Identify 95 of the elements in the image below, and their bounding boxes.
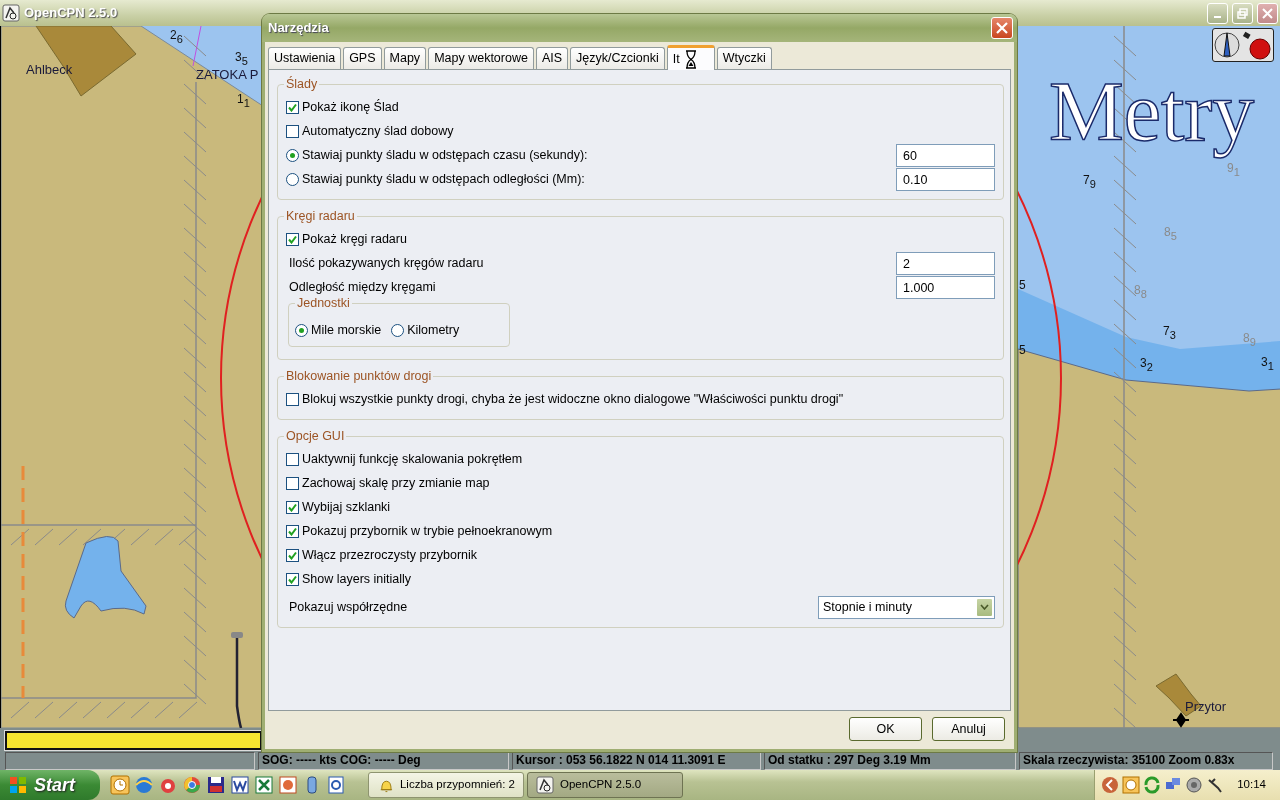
launch-button[interactable] [326,775,346,795]
checkbox-label[interactable]: Wybijaj szklanki [302,497,391,517]
check-icon [288,102,297,112]
depth-label: 5 [1019,278,1026,292]
check-icon [288,526,297,536]
checkbox-label[interactable]: Show layers initially [302,569,412,589]
tab[interactable]: Mapy [383,47,427,69]
checkbox[interactable] [286,524,299,538]
flag-icon [8,775,28,795]
launch-button[interactable] [254,775,274,795]
caret-icon [980,604,989,610]
chevron-icon [1101,776,1120,794]
check-icon [288,550,297,560]
text-field[interactable]: 60 [896,143,995,167]
radio-label[interactable]: Stawiaj punkty śladu w odstępach odległości (Mm): [302,169,585,189]
text-field[interactable]: 1.000 [896,275,995,299]
taskbar-button[interactable]: OpenCPN 2.5.0 [527,772,683,798]
radio-button[interactable] [295,323,308,337]
clock-icon [1122,776,1141,794]
field-label: Ilość pokazywanych kręgów radaru [289,254,484,272]
radio-label[interactable]: Mile morskie [311,320,382,340]
tab[interactable]: AIS [535,47,569,69]
checkbox[interactable] [286,392,299,406]
check-icon [288,574,297,584]
radio-button[interactable] [286,172,299,186]
landmark-icon [1172,713,1190,728]
group-title: Ślady [284,76,320,92]
page-icon [326,775,346,795]
checkbox-label[interactable]: Pokazuj przybornik w trybie pełnoekranowym [302,521,553,541]
checkbox[interactable] [286,124,299,138]
wheel-icon [182,775,202,795]
radio-button[interactable] [391,323,405,337]
close-button[interactable] [991,17,1013,39]
checkbox-label[interactable]: Automatyczny ślad dobowy [302,121,454,141]
place-label: Przytor [1185,700,1227,714]
checkbox[interactable] [286,500,299,514]
tab[interactable]: Język/Czcionki [570,47,665,69]
status-text: Skala rzeczywista: 35100 Zoom 0.83x [1019,752,1273,770]
close-icon [996,22,1008,34]
checkbox-label[interactable]: Pokaż ikonę Ślad [302,97,399,117]
checkbox-label[interactable]: Uaktywnij funkcję skalowania pokrętłem [302,449,523,469]
radio-label[interactable]: Kilometry [407,320,460,340]
dropdown[interactable]: Stopnie i minuty [818,595,995,619]
tab[interactable]: Ustawienia [268,47,342,69]
presentation-icon [278,775,298,795]
taskbar-button[interactable]: Liczba przypomnień: 2 [368,772,524,798]
text-field[interactable]: 2 [896,251,995,275]
close-icon [1262,7,1273,19]
radio-button[interactable] [286,148,299,162]
checkbox-label[interactable]: Zachowaj skalę przy zmianie map [302,473,490,493]
check-icon [288,234,297,244]
radio-label[interactable]: Stawiaj punkty śladu w odstępach czasu (sekundy): [302,145,588,165]
minimize-icon [1214,16,1221,18]
globe-icon [134,775,154,795]
close-button[interactable] [1257,2,1278,24]
checkbox-label[interactable]: Pokaż kręgi radaru [302,229,407,249]
restore-icon [1237,7,1248,19]
clock-icon [110,775,130,795]
field-label: Odległość między kręgami [289,278,436,296]
sync-icon [1143,776,1162,794]
group-title: Blokowanie punktów drogi [284,368,434,384]
dialog-button[interactable]: OK [849,717,922,741]
speaker-icon [1185,776,1204,794]
launch-button[interactable] [230,775,250,795]
app-icon [2,4,20,22]
checkbox[interactable] [286,100,299,114]
spreadsheet-icon [254,775,274,795]
start-button[interactable]: Start [0,770,100,800]
checkbox[interactable] [286,232,299,246]
check-icon [288,502,297,512]
dialog-title: Narzędzia [268,19,329,38]
app-icon [536,776,554,794]
checkbox-label[interactable]: Blokuj wszystkie punkty drogi, chyba że jest widoczne okno dialogowe "Właściwości punktu drogi" [302,389,844,409]
clock: 10:14 [1237,777,1266,793]
checkbox[interactable] [286,452,299,466]
launch-button[interactable] [206,775,226,795]
boundary-line [192,26,202,67]
place-label: Ahlbeck [26,63,73,77]
field-label: Pokazuj współrzędne [289,598,408,616]
checkbox[interactable] [286,548,299,562]
hourglass-cursor-icon [684,50,697,69]
checkbox[interactable] [286,476,299,490]
checkbox[interactable] [286,572,299,586]
group-title: Kręgi radaru [284,208,357,224]
text-field[interactable]: 0.10 [896,167,995,191]
checkbox-label[interactable]: Włącz przezroczysty przybornik [302,545,478,565]
tab[interactable]: Wtyczki [716,47,772,69]
tab[interactable]: Mapy wektorowe [428,47,534,69]
window-title: OpenCPN 2.5.0 [24,4,118,23]
plug-icon [1206,776,1225,794]
document-icon [230,775,250,795]
tab[interactable]: GPS [343,47,382,69]
dialog-button[interactable]: Anuluj [932,717,1005,741]
group-title: Opcje GUI [284,428,347,444]
tab[interactable]: It [666,45,715,70]
